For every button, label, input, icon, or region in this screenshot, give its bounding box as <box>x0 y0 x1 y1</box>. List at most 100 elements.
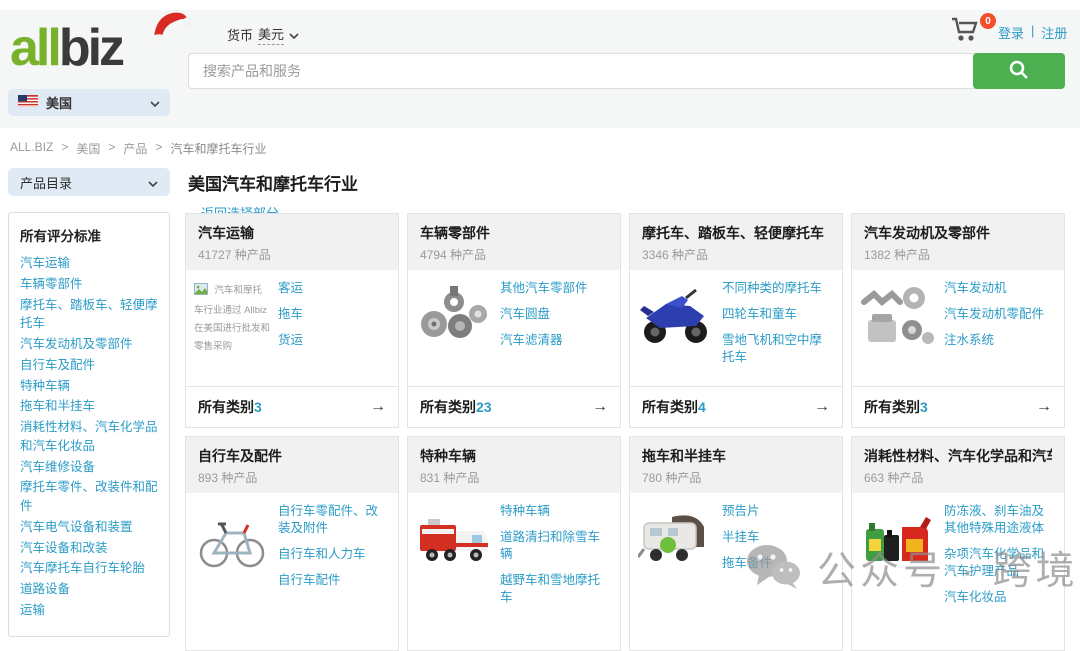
subcategory-link[interactable]: 客运 <box>278 280 388 297</box>
subcategory-link[interactable]: 杂项汽车化学品和汽车护理产品 <box>944 546 1054 580</box>
card-title[interactable]: 汽车运输 <box>198 223 386 243</box>
subcategory-link[interactable]: 货运 <box>278 332 388 349</box>
subcategory-link[interactable]: 雪地飞机和空中摩托车 <box>722 332 832 366</box>
all-categories-label: 所有类别 <box>198 397 254 417</box>
category-card-motorcycles: 摩托车、踏板车、轻便摩托车 3346 种产品 不同种类的摩托车 四轮车和童车 雪… <box>629 213 843 428</box>
sidebar-item-engines[interactable]: 汽车发动机及零部件 <box>20 335 159 354</box>
product-catalog-dropdown[interactable]: 产品目录 <box>8 168 170 196</box>
all-categories-count: 3 <box>920 399 928 415</box>
card-product-count: 1382 种产品 <box>864 246 1052 263</box>
card-title[interactable]: 车辆零部件 <box>420 223 608 243</box>
logo-text-biz: biz <box>59 19 122 77</box>
login-link[interactable]: 登录 <box>998 23 1024 42</box>
arrow-right-icon[interactable]: → <box>814 398 830 416</box>
card-product-count: 893 种产品 <box>198 469 386 486</box>
sidebar-item-bicycles[interactable]: 自行车及配件 <box>20 356 159 375</box>
catalog-label: 产品目录 <box>20 173 72 192</box>
card-header: 汽车发动机及零部件 1382 种产品 <box>852 214 1064 270</box>
subcategory-link[interactable]: 自行车配件 <box>278 572 388 589</box>
card-footer[interactable]: 所有类别 3 → <box>186 386 398 427</box>
sidebar-item-special-vehicles[interactable]: 特种车辆 <box>20 377 159 396</box>
search-input[interactable] <box>188 53 977 89</box>
sidebar-category-filter: 所有评分标准 汽车运输 车辆零部件 摩托车、踏板车、轻便摩托车 汽车发动机及零部… <box>8 212 170 637</box>
breadcrumb: ALL.BIZ > 美国 > 产品 > 汽车和摩托车行业 <box>10 140 266 157</box>
breadcrumb-separator: > <box>155 140 162 157</box>
arrow-right-icon[interactable]: → <box>592 398 608 416</box>
sidebar-item-moto-parts[interactable]: 摩托车零件、改装件和配件 <box>20 478 159 516</box>
us-flag-icon <box>18 95 38 110</box>
subcategory-link[interactable]: 特种车辆 <box>500 503 610 520</box>
allbiz-logo[interactable]: allbiz <box>10 22 122 74</box>
card-title[interactable]: 特种车辆 <box>420 446 608 466</box>
card-product-count: 4794 种产品 <box>420 246 608 263</box>
page-title: 美国汽车和摩托车行业 <box>188 170 358 195</box>
logo-text-all: all <box>10 19 59 77</box>
register-link[interactable]: 注册 <box>1041 23 1067 42</box>
bicycle-image <box>194 503 270 644</box>
subcategory-link[interactable]: 越野车和雪地摩托车 <box>500 572 610 606</box>
sidebar-item-trailers[interactable]: 拖车和半挂车 <box>20 397 159 416</box>
subcategory-link[interactable]: 其他汽车零部件 <box>500 280 610 297</box>
breadcrumb-country[interactable]: 美国 <box>76 140 100 157</box>
subcategory-link[interactable]: 汽车圆盘 <box>500 306 610 323</box>
subcategory-link[interactable]: 拖车备件 <box>722 555 832 572</box>
subcategory-link[interactable]: 汽车发动机零配件 <box>944 306 1054 323</box>
currency-selector[interactable]: 货币美元 <box>227 24 299 45</box>
sidebar-item-road-equipment[interactable]: 道路设备 <box>20 580 159 599</box>
card-title[interactable]: 自行车及配件 <box>198 446 386 466</box>
card-product-count: 780 种产品 <box>642 469 830 486</box>
category-card-trailers: 拖车和半挂车 780 种产品 预告片 半挂车 拖车备件 <box>629 436 843 651</box>
category-card-special-vehicles: 特种车辆 831 种产品 特种车辆 道路清扫和除雪车辆 越野车和雪 <box>407 436 621 651</box>
subcategory-link[interactable]: 注水系统 <box>944 332 1054 349</box>
subcategory-link[interactable]: 半挂车 <box>722 529 832 546</box>
card-footer[interactable]: 所有类别 3 → <box>852 386 1064 427</box>
engine-parts-image <box>860 280 936 380</box>
sidebar-item-motorcycles[interactable]: 摩托车、踏板车、轻便摩托车 <box>20 296 159 334</box>
chevron-down-icon <box>289 27 299 42</box>
card-footer[interactable]: 所有类别 4 → <box>630 386 842 427</box>
card-title[interactable]: 拖车和半挂车 <box>642 446 830 466</box>
card-header: 摩托车、踏板车、轻便摩托车 3346 种产品 <box>630 214 842 270</box>
sidebar-item-consumables[interactable]: 消耗性材料、汽车化学品和汽车化妆品 <box>20 418 159 456</box>
search-button[interactable] <box>973 53 1065 89</box>
country-selector[interactable]: 美国 <box>8 89 170 116</box>
subcategory-link[interactable]: 汽车发动机 <box>944 280 1054 297</box>
subcategory-link[interactable]: 汽车滤清器 <box>500 332 610 349</box>
sidebar-item-tires[interactable]: 汽车摩托车自行车轮胎 <box>20 559 159 578</box>
sidebar-item-repair-equipment[interactable]: 汽车维修设备 <box>20 458 159 477</box>
category-card-auto-transport: 汽车运输 41727 种产品 汽车和摩托车行业通过 Allbiz 在美国进行批发… <box>185 213 399 428</box>
subcategory-link[interactable]: 不同种类的摩托车 <box>722 280 832 297</box>
arrow-right-icon[interactable]: → <box>1036 398 1052 416</box>
card-footer[interactable]: 所有类别 23 → <box>408 386 620 427</box>
card-header: 特种车辆 831 种产品 <box>408 437 620 493</box>
motorcycle-image <box>638 280 714 380</box>
card-header: 车辆零部件 4794 种产品 <box>408 214 620 270</box>
card-header: 汽车运输 41727 种产品 <box>186 214 398 270</box>
all-categories-count: 23 <box>476 399 492 415</box>
sidebar-item-equipment-tuning[interactable]: 汽车设备和改装 <box>20 539 159 558</box>
card-title[interactable]: 消耗性材料、汽车化学品和汽车... <box>864 446 1052 466</box>
subcategory-link[interactable]: 四轮车和童车 <box>722 306 832 323</box>
breadcrumb-allbiz[interactable]: ALL.BIZ <box>10 140 53 157</box>
cart-icon <box>950 30 980 47</box>
breadcrumb-separator: > <box>61 140 68 157</box>
currency-value: 美元 <box>258 24 284 45</box>
arrow-right-icon[interactable]: → <box>370 398 386 416</box>
subcategory-link[interactable]: 自行车零配件、改装及附件 <box>278 503 388 537</box>
subcategory-link[interactable]: 道路清扫和除雪车辆 <box>500 529 610 563</box>
country-name: 美国 <box>46 93 72 112</box>
sidebar-item-vehicle-parts[interactable]: 车辆零部件 <box>20 275 159 294</box>
sidebar-item-auto-transport[interactable]: 汽车运输 <box>20 254 159 273</box>
card-header: 消耗性材料、汽车化学品和汽车... 663 种产品 <box>852 437 1064 493</box>
subcategory-link[interactable]: 自行车和人力车 <box>278 546 388 563</box>
subcategory-link[interactable]: 防冻液、刹车油及其他特殊用途液体 <box>944 503 1054 537</box>
subcategory-link[interactable]: 预告片 <box>722 503 832 520</box>
card-title[interactable]: 摩托车、踏板车、轻便摩托车 <box>642 223 830 243</box>
subcategory-link[interactable]: 拖车 <box>278 306 388 323</box>
card-title[interactable]: 汽车发动机及零部件 <box>864 223 1052 243</box>
cart-button[interactable]: 0 <box>950 17 990 47</box>
subcategory-link[interactable]: 汽车化妆品 <box>944 589 1054 606</box>
breadcrumb-products[interactable]: 产品 <box>123 140 147 157</box>
sidebar-item-electrical[interactable]: 汽车电气设备和装置 <box>20 518 159 537</box>
sidebar-item-transportation[interactable]: 运输 <box>20 601 159 620</box>
